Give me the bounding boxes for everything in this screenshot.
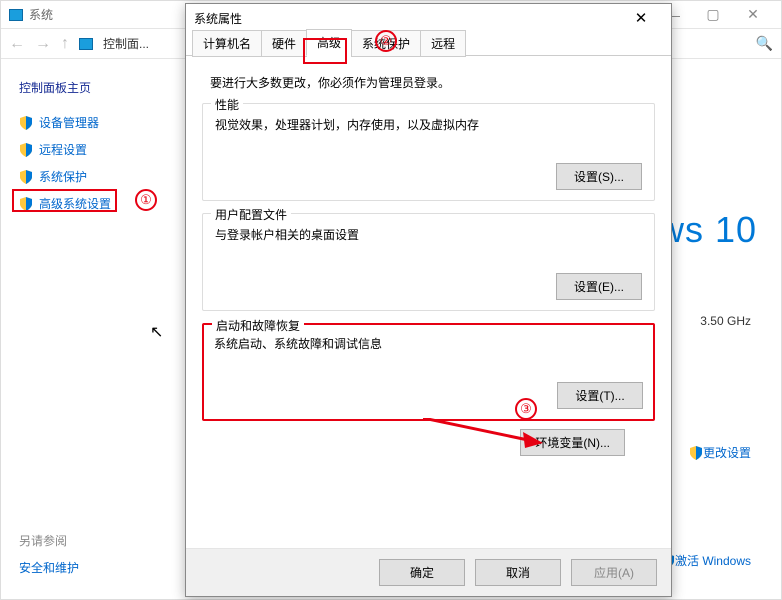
group-desc: 与登录帐户相关的桌面设置 — [215, 226, 642, 243]
sidebar-item-label: 设备管理器 — [39, 114, 99, 131]
tab-computer-name[interactable]: 计算机名 — [192, 30, 262, 57]
monitor-icon — [9, 9, 23, 21]
dialog-footer: 确定 取消 应用(A) — [186, 548, 671, 596]
search-icon[interactable]: 🔍 — [756, 35, 773, 52]
back-icon[interactable]: ← — [9, 35, 25, 53]
system-properties-dialog: 系统属性 ✕ 计算机名 硬件 高级 系统保护 远程 要进行大多数更改，你必须作为… — [185, 3, 672, 597]
sidebar-item-remote[interactable]: 远程设置 — [19, 141, 168, 158]
control-panel-home[interactable]: 控制面板主页 — [19, 79, 168, 96]
group-title: 性能 — [211, 96, 243, 113]
shield-icon — [19, 116, 33, 130]
cursor-icon: ↖ — [150, 322, 163, 342]
annotation-arrow — [423, 418, 543, 448]
shield-icon — [19, 143, 33, 157]
annotation-circle-2: ② — [375, 30, 397, 52]
dialog-title: 系统属性 — [194, 10, 619, 27]
startup-recovery-group: 启动和故障恢复 系统启动、系统故障和调试信息 设置(T)... — [202, 323, 655, 421]
annotation-circle-3: ③ — [515, 398, 537, 420]
change-settings-link[interactable]: 更改设置 — [689, 444, 751, 461]
performance-group: 性能 视觉效果，处理器计划，内存使用，以及虚拟内存 设置(S)... — [202, 103, 655, 201]
group-title: 用户配置文件 — [211, 206, 291, 223]
tab-hardware[interactable]: 硬件 — [261, 30, 307, 57]
group-title: 启动和故障恢复 — [212, 317, 304, 334]
cancel-button[interactable]: 取消 — [475, 559, 561, 586]
annotation-box-2 — [303, 38, 347, 64]
security-maintenance-link[interactable]: 安全和维护 — [19, 559, 168, 576]
forward-icon[interactable]: → — [35, 35, 51, 53]
group-desc: 视觉效果，处理器计划，内存使用，以及虚拟内存 — [215, 116, 642, 133]
spec-row: cs 3.50 GHz — [658, 314, 751, 328]
shield-icon — [19, 170, 33, 184]
dialog-body: 要进行大多数更改，你必须作为管理员登录。 性能 视觉效果，处理器计划，内存使用，… — [186, 56, 671, 456]
up-icon[interactable]: ↑ — [61, 35, 69, 53]
dialog-titlebar: 系统属性 ✕ — [186, 4, 671, 32]
breadcrumb[interactable]: 控制面... — [103, 35, 149, 52]
close-parent-button[interactable]: ✕ — [733, 3, 773, 27]
tab-strip: 计算机名 硬件 高级 系统保护 远程 — [186, 32, 671, 56]
intro-text: 要进行大多数更改，你必须作为管理员登录。 — [210, 74, 655, 91]
profile-settings-button[interactable]: 设置(E)... — [556, 273, 642, 300]
also-see-title: 另请参阅 — [19, 532, 168, 549]
sidebar-item-protection[interactable]: 系统保护 — [19, 168, 168, 185]
annotation-circle-1: ① — [135, 189, 157, 211]
shield-icon — [689, 446, 703, 460]
apply-button[interactable]: 应用(A) — [571, 559, 657, 586]
monitor-icon — [79, 38, 93, 50]
startup-settings-button[interactable]: 设置(T)... — [557, 382, 643, 409]
sidebar-item-device-manager[interactable]: 设备管理器 — [19, 114, 168, 131]
maximize-button[interactable]: ▢ — [693, 3, 733, 27]
sidebar-item-label: 系统保护 — [39, 168, 87, 185]
performance-settings-button[interactable]: 设置(S)... — [556, 163, 642, 190]
activate-windows-link[interactable]: 激活 Windows — [661, 552, 751, 569]
user-profiles-group: 用户配置文件 与登录帐户相关的桌面设置 设置(E)... — [202, 213, 655, 311]
close-button[interactable]: ✕ — [619, 5, 663, 31]
annotation-box-1 — [12, 189, 117, 212]
windows-logo-text: ws 10 — [658, 209, 757, 251]
sidebar-item-label: 远程设置 — [39, 141, 87, 158]
ok-button[interactable]: 确定 — [379, 559, 465, 586]
group-desc: 系统启动、系统故障和调试信息 — [214, 335, 643, 352]
tab-remote[interactable]: 远程 — [420, 30, 466, 57]
activate-label: 激活 Windows — [675, 552, 751, 569]
change-settings-label: 更改设置 — [703, 444, 751, 461]
spec-ghz: 3.50 GHz — [700, 314, 751, 328]
